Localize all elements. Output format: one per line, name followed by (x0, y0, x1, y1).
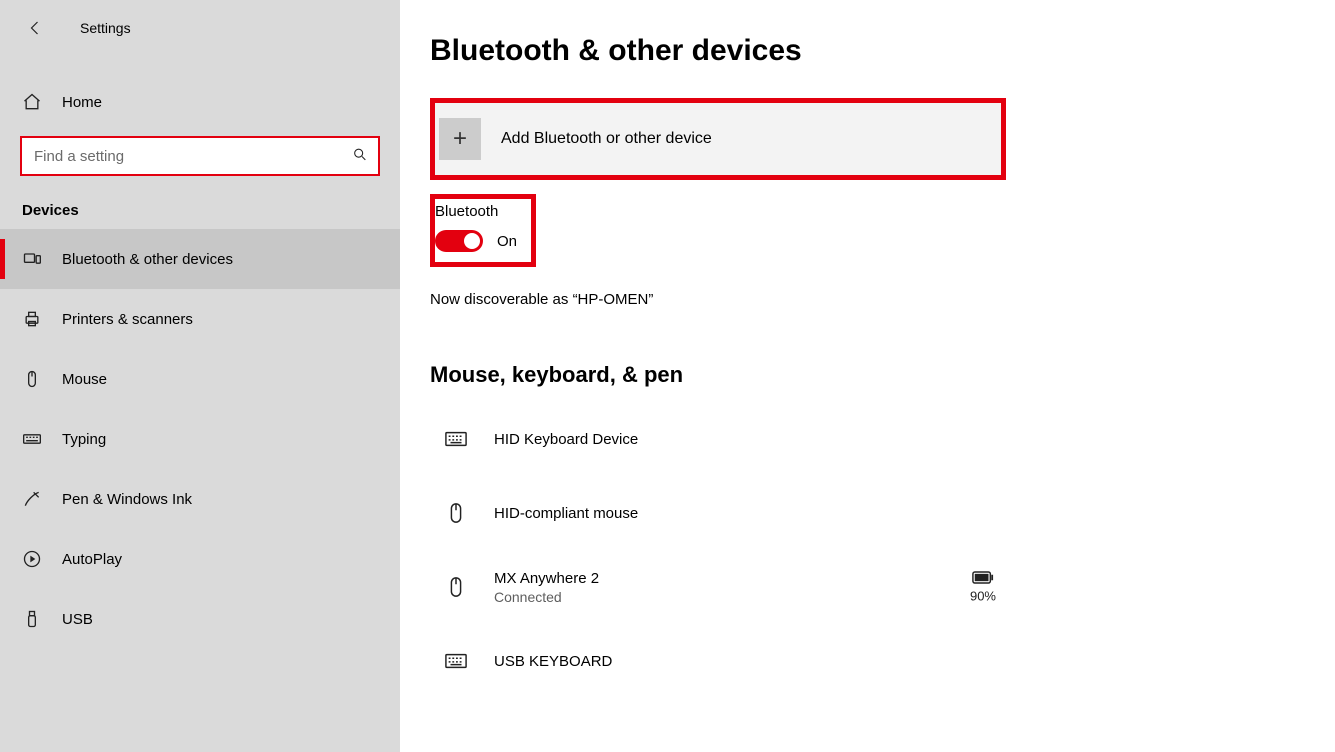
bluetooth-label: Bluetooth (435, 203, 517, 220)
device-item-hid-keyboard[interactable]: HID Keyboard Device (430, 402, 1006, 476)
device-name: USB KEYBOARD (494, 653, 612, 670)
device-name: HID Keyboard Device (494, 431, 638, 448)
sidebar-item-usb[interactable]: USB (0, 589, 400, 649)
autoplay-icon (20, 547, 44, 571)
sidebar-item-label: Typing (62, 431, 106, 448)
sidebar-item-printers[interactable]: Printers & scanners (0, 289, 400, 349)
sidebar-item-label: Pen & Windows Ink (62, 491, 192, 508)
printer-icon (20, 307, 44, 331)
search-container (20, 136, 380, 176)
back-button[interactable] (22, 14, 50, 42)
sidebar-item-label: USB (62, 611, 93, 628)
bluetooth-toggle[interactable] (435, 230, 483, 252)
sidebar-item-label: Bluetooth & other devices (62, 251, 233, 268)
sidebar-item-label: Mouse (62, 371, 107, 388)
device-battery: 90% (970, 571, 996, 604)
devices-icon (20, 247, 44, 271)
add-device-button[interactable]: + Add Bluetooth or other device (430, 98, 1006, 180)
mouse-keyboard-pen-heading: Mouse, keyboard, & pen (430, 362, 1295, 388)
sidebar-category: Devices (0, 176, 400, 229)
sidebar-item-label: Printers & scanners (62, 311, 193, 328)
keyboard-icon (20, 427, 44, 451)
battery-percent: 90% (970, 589, 996, 604)
device-list: HID Keyboard Device HID-compliant mouse … (430, 402, 1295, 698)
home-icon (20, 90, 44, 114)
discoverable-status: Now discoverable as “HP-OMEN” (430, 291, 1295, 308)
sidebar-item-autoplay[interactable]: AutoPlay (0, 529, 400, 589)
sidebar-item-bluetooth[interactable]: Bluetooth & other devices (0, 229, 400, 289)
keyboard-icon (438, 421, 474, 457)
add-device-label: Add Bluetooth or other device (501, 130, 712, 148)
sidebar-item-pen[interactable]: Pen & Windows Ink (0, 469, 400, 529)
device-item-mx-anywhere[interactable]: MX Anywhere 2 Connected 90% (430, 550, 1006, 624)
search-input[interactable] (22, 138, 378, 174)
device-name: HID-compliant mouse (494, 505, 638, 522)
sidebar-item-label: Home (62, 94, 102, 111)
toggle-knob (464, 233, 480, 249)
mouse-icon (438, 569, 474, 605)
pen-icon (20, 487, 44, 511)
mouse-icon (438, 495, 474, 531)
bluetooth-toggle-section: Bluetooth On (430, 194, 536, 267)
mouse-icon (20, 367, 44, 391)
sidebar-item-mouse[interactable]: Mouse (0, 349, 400, 409)
sidebar-item-home[interactable]: Home (0, 78, 400, 126)
sidebar-item-typing[interactable]: Typing (0, 409, 400, 469)
device-status: Connected (494, 589, 599, 605)
device-name: MX Anywhere 2 (494, 570, 599, 587)
keyboard-icon (438, 643, 474, 679)
window-title: Settings (80, 20, 131, 36)
battery-icon (972, 571, 994, 585)
settings-sidebar: Settings Home Devices Bluetooth & other … (0, 0, 400, 752)
sidebar-nav: Bluetooth & other devices Printers & sca… (0, 229, 400, 649)
main-content: Bluetooth & other devices + Add Bluetoot… (400, 0, 1335, 752)
page-title: Bluetooth & other devices (430, 34, 1295, 68)
bluetooth-state: On (497, 233, 517, 250)
titlebar: Settings (0, 8, 400, 48)
plus-icon: + (439, 118, 481, 160)
sidebar-item-label: AutoPlay (62, 551, 122, 568)
device-item-hid-mouse[interactable]: HID-compliant mouse (430, 476, 1006, 550)
usb-icon (20, 607, 44, 631)
device-item-usb-keyboard[interactable]: USB KEYBOARD (430, 624, 1006, 698)
